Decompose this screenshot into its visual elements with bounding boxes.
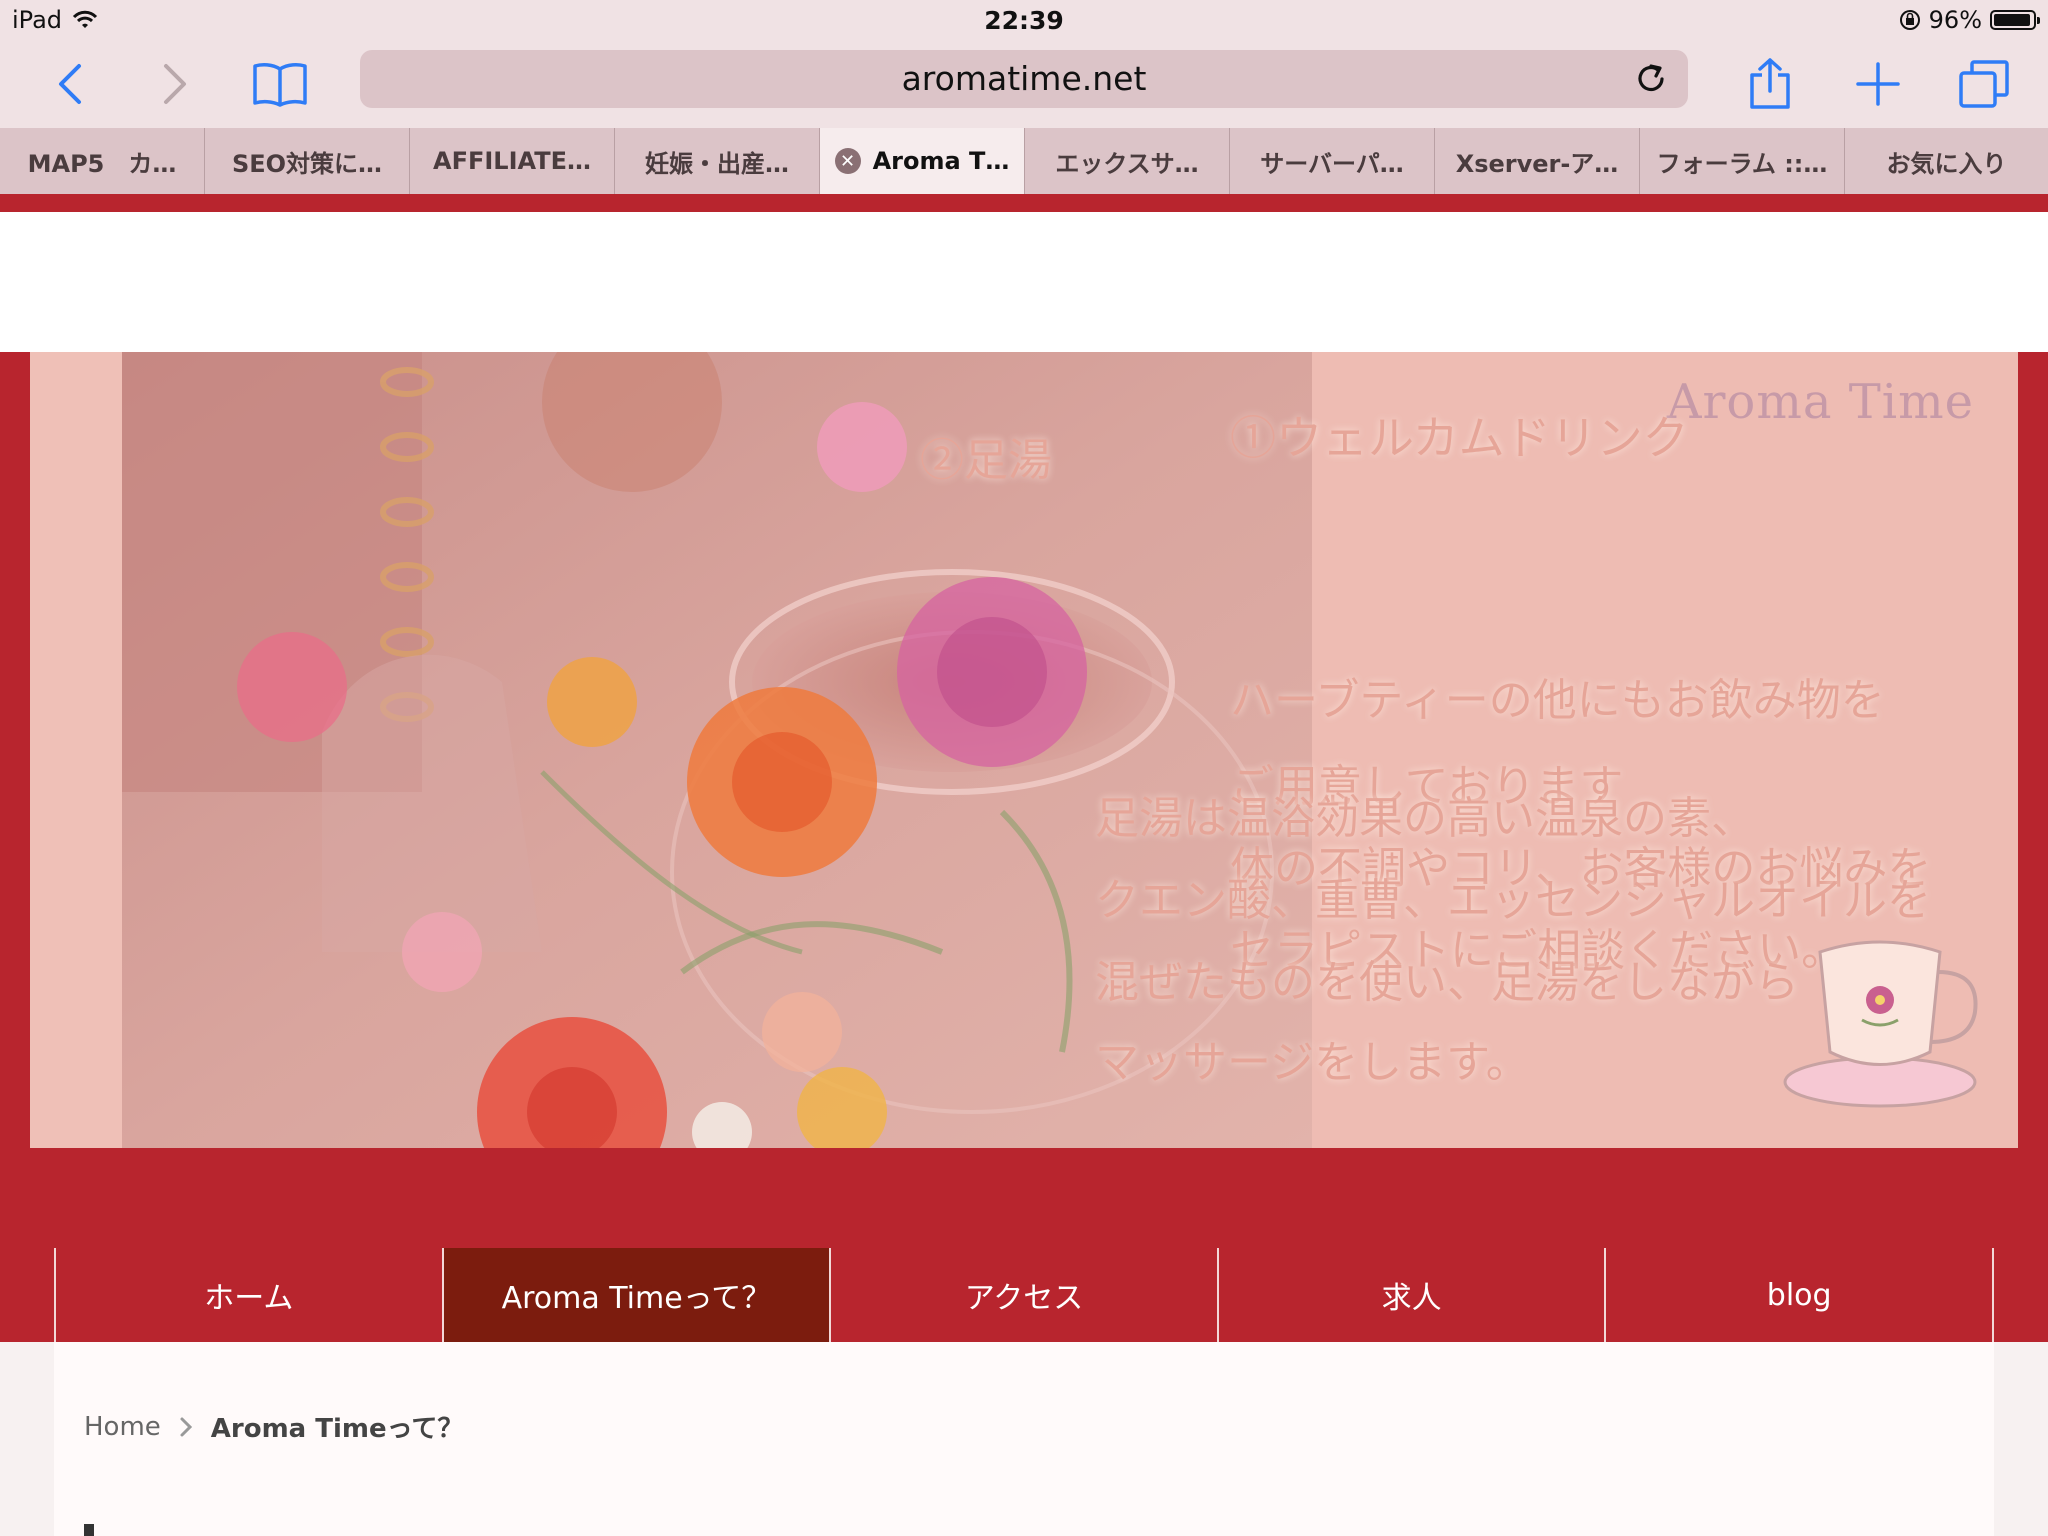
tab-label: MAP5 カ… [27, 149, 177, 178]
nav-recruit[interactable]: 求人 [1216, 1248, 1605, 1342]
tab-label: お気に入り [1886, 149, 2007, 178]
bookmarks-button[interactable] [248, 40, 312, 128]
status-time: 22:39 [984, 6, 1064, 35]
chevron-left-icon [59, 64, 81, 104]
tab-xserver-1[interactable]: エックスサ… [1025, 128, 1230, 194]
share-icon [1750, 58, 1790, 109]
new-tab-button[interactable] [1848, 40, 1908, 128]
header-stripe [0, 194, 2048, 212]
tabs-icon [1959, 60, 2009, 108]
tab-favorites[interactable]: お気に入り [1845, 128, 2048, 194]
tab-label: Xserver-ア… [1455, 149, 1619, 178]
nav-home[interactable]: ホーム [54, 1248, 442, 1342]
nav-label: Aroma Timeって？ [501, 1281, 772, 1316]
chevron-right-icon [164, 64, 186, 104]
nav-access[interactable]: アクセス [829, 1248, 1217, 1342]
tab-bar: MAP5 カ… SEO対策に… AFFILIATE… 妊娠・出産… ✕ Arom… [0, 128, 2048, 195]
breadcrumb-home[interactable]: Home [84, 1412, 161, 1442]
banner-footbath-line-4: マッサージをします。 [1095, 1037, 1530, 1088]
banner-footbath-line-3: 混ぜたものを使い、足湯をしながら [1095, 957, 1799, 1008]
breadcrumb: Home Aroma Timeって？ [84, 1408, 463, 1445]
tabs-overview-button[interactable] [1954, 40, 2014, 128]
banner-step2: ②足湯 [920, 435, 1052, 486]
chevron-right-icon [180, 1417, 192, 1436]
tab-label: フォーラム ::… [1656, 149, 1828, 178]
book-icon [253, 63, 307, 107]
battery-icon [1990, 10, 2040, 30]
tab-aroma-time[interactable]: ✕ Aroma T… [820, 128, 1025, 194]
close-tab-icon[interactable]: ✕ [834, 148, 861, 174]
battery-fill [1994, 14, 2031, 26]
tab-map5[interactable]: MAP5 カ… [0, 128, 205, 194]
banner-drink-line-1: ハーブティーの他にもお飲み物を [1230, 675, 1885, 726]
tab-label: サーバーパ… [1260, 149, 1404, 178]
url-text: aromatime.net [901, 59, 1147, 98]
page-content: Home Aroma Timeって？ [54, 1342, 1994, 1536]
banner-step1: ①ウェルカムドリンク [1230, 411, 1689, 465]
tab-label: Aroma T… [872, 147, 1010, 175]
hero-banner: Aroma Time ②足湯 ①ウェルカムドリンク ハーブティーの他にもお飲み物… [30, 352, 2018, 1148]
teacup-illustration [1783, 940, 1978, 1108]
tab-server-panel[interactable]: サーバーパ… [1230, 128, 1435, 194]
reload-icon[interactable] [1632, 60, 1670, 98]
plus-icon [1856, 62, 1900, 106]
nav-label: blog [1766, 1277, 1832, 1313]
main-nav: ホーム Aroma Timeって？ アクセス 求人 blog [54, 1248, 1994, 1342]
banner-left-strip [30, 352, 122, 1148]
banner-logo: Aroma Time [1666, 374, 1974, 430]
banner-footbath-line-1: 足湯は温浴効果の高い温泉の素、 [1095, 793, 1755, 844]
breadcrumb-current: Aroma Timeって？ [210, 1414, 464, 1444]
orientation-lock-icon [1899, 10, 1920, 30]
tab-forum[interactable]: フォーラム ::… [1640, 128, 1845, 194]
nav-blog[interactable]: blog [1604, 1248, 1994, 1342]
tab-seo[interactable]: SEO対策に… [205, 128, 410, 194]
browser-toolbar: aromatime.net [0, 40, 2048, 128]
tab-pregnancy[interactable]: 妊娠・出産… [615, 128, 820, 194]
nav-label: ホーム [204, 1281, 294, 1316]
status-bar: iPad 22:39 96% [0, 0, 2048, 40]
forward-button[interactable] [145, 40, 205, 128]
page-title-marker [84, 1524, 94, 1536]
tab-label: エックスサ… [1055, 149, 1199, 178]
tab-label: 妊娠・出産… [645, 149, 789, 178]
status-right: 96% [1899, 6, 2040, 34]
tab-label: SEO対策に… [231, 149, 383, 178]
tab-affiliate[interactable]: AFFILIATE… [410, 128, 615, 194]
address-bar[interactable]: aromatime.net [360, 50, 1688, 108]
tab-label: AFFILIATE… [433, 147, 591, 175]
nav-about[interactable]: Aroma Timeって？ [441, 1248, 830, 1342]
tab-xserver-2[interactable]: Xserver-ア… [1435, 128, 1640, 194]
share-button[interactable] [1740, 40, 1800, 128]
nav-label: 求人 [1381, 1281, 1442, 1316]
header-white-area [0, 212, 2048, 352]
back-button[interactable] [40, 40, 100, 128]
battery-percent: 96% [1928, 6, 1982, 34]
nav-label: アクセス [964, 1281, 1084, 1316]
